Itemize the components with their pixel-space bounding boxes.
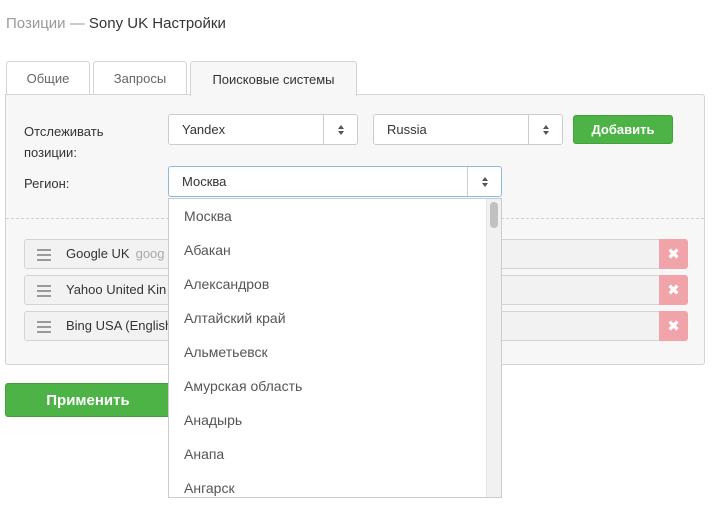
- tab-queries[interactable]: Запросы: [93, 61, 187, 95]
- add-button[interactable]: Добавить: [573, 115, 673, 144]
- tab-search-engines[interactable]: Поисковые системы: [190, 61, 357, 96]
- region-option[interactable]: Алтайский край: [169, 301, 501, 335]
- region-option[interactable]: Москва: [169, 199, 501, 233]
- track-label-line1: Отслеживать: [24, 124, 104, 139]
- engine-name: Google UK: [66, 246, 130, 261]
- engine-select[interactable]: Yandex: [168, 114, 358, 145]
- region-dropdown-list[interactable]: Москва Абакан Александров Алтайский край…: [168, 198, 502, 498]
- tab-search-engines-label: Поисковые системы: [212, 71, 335, 87]
- scrollbar-thumb[interactable]: [490, 202, 498, 228]
- region-option[interactable]: Альметьевск: [169, 335, 501, 369]
- region-option[interactable]: Анапа: [169, 437, 501, 471]
- tab-general-label: Общие: [26, 71, 70, 86]
- drag-handle-icon[interactable]: [37, 321, 51, 333]
- engine-select-value: Yandex: [182, 122, 226, 137]
- country-select-value: Russia: [387, 122, 427, 137]
- delete-button[interactable]: ✖: [659, 311, 688, 341]
- engine-host: goog: [135, 246, 165, 261]
- page-title-text: Sony UK Настройки: [88, 15, 226, 32]
- region-option[interactable]: Александров: [169, 267, 501, 301]
- drag-handle-icon[interactable]: [37, 249, 51, 261]
- region-option[interactable]: Ангарск: [169, 471, 501, 497]
- select-arrows-icon: [528, 115, 562, 144]
- region-select-value: Москва: [182, 174, 227, 189]
- tab-general[interactable]: Общие: [6, 61, 90, 95]
- country-select[interactable]: Russia: [373, 114, 563, 145]
- engine-name: Yahoo United Kin: [66, 282, 167, 297]
- apply-button[interactable]: Применить: [5, 383, 171, 417]
- page-title: Позиции — Sony UK Настройки: [6, 14, 226, 34]
- select-arrows-icon: [323, 115, 357, 144]
- delete-button[interactable]: ✖: [659, 275, 688, 305]
- region-option[interactable]: Абакан: [169, 233, 501, 267]
- select-arrows-icon: [467, 167, 501, 196]
- tab-queries-label: Запросы: [113, 71, 167, 86]
- region-label: Регион:: [24, 176, 70, 191]
- region-option[interactable]: Анадырь: [169, 403, 501, 437]
- delete-button[interactable]: ✖: [659, 239, 688, 269]
- region-option[interactable]: Амурская область: [169, 369, 501, 403]
- track-label-line2: позиции:: [24, 145, 77, 160]
- region-select[interactable]: Москва: [168, 166, 502, 197]
- dropdown-scrollbar[interactable]: [486, 199, 501, 497]
- engine-name: Bing USA (English: [66, 318, 173, 333]
- page-title-prefix: Позиции —: [6, 15, 89, 32]
- track-positions-label: Отслеживать позиции:: [24, 121, 103, 163]
- drag-handle-icon[interactable]: [37, 285, 51, 297]
